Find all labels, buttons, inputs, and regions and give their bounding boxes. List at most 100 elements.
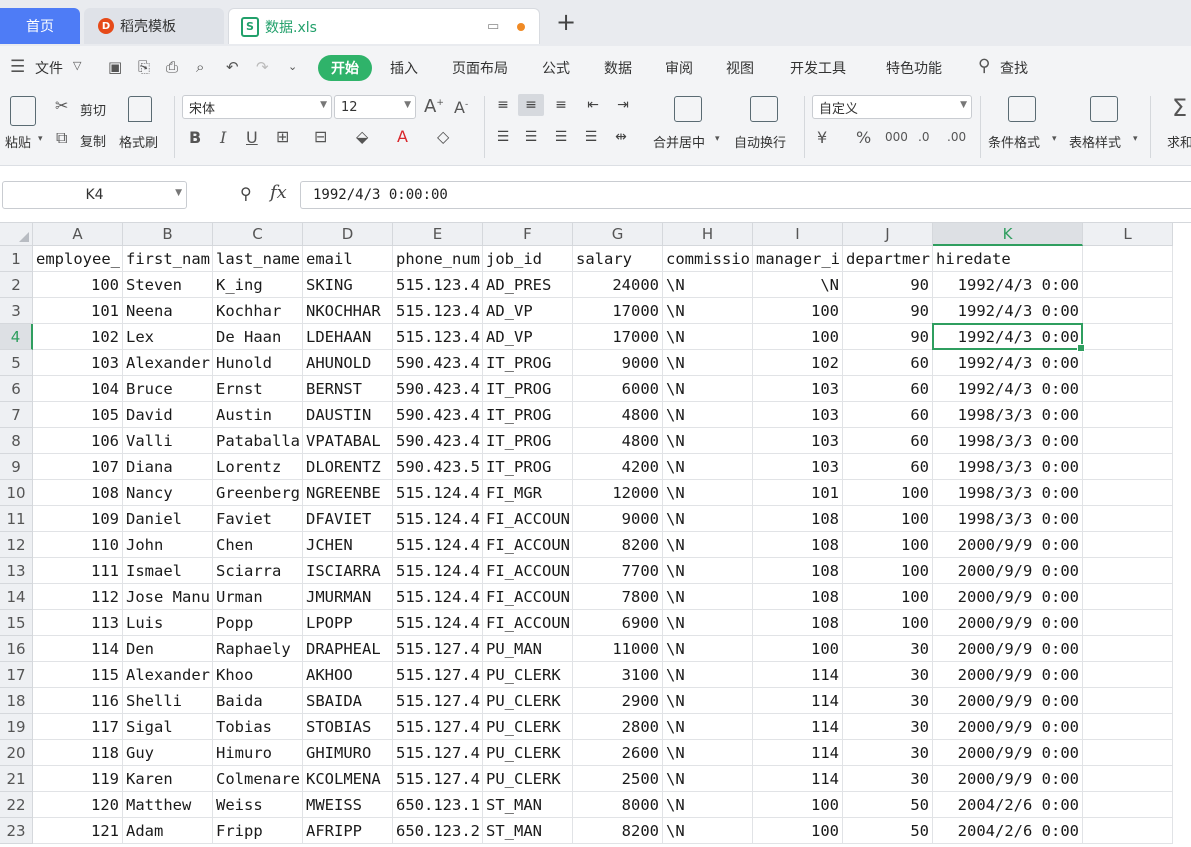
cell-c6[interactable]: Ernst <box>213 376 303 402</box>
row-header-7[interactable]: 7 <box>0 402 33 428</box>
row-header-9[interactable]: 9 <box>0 454 33 480</box>
row-header-14[interactable]: 14 <box>0 584 33 610</box>
cell-e6[interactable]: 590.423.4 <box>393 376 483 402</box>
cell-f15[interactable]: FI_ACCOUN <box>483 610 573 636</box>
cell-c5[interactable]: Hunold <box>213 350 303 376</box>
cell-c9[interactable]: Lorentz <box>213 454 303 480</box>
more-chevron-icon[interactable]: ⌄ <box>288 60 297 73</box>
cell-c4[interactable]: De Haan <box>213 324 303 350</box>
cell-b15[interactable]: Luis <box>123 610 213 636</box>
name-box[interactable]: K4 ▼ <box>2 181 187 209</box>
formula-input[interactable]: 1992/4/3 0:00:00 <box>300 181 1191 209</box>
column-header-i[interactable]: I <box>753 223 843 246</box>
cell-g14[interactable]: 7800 <box>573 584 663 610</box>
menu-view[interactable]: 视图 <box>726 58 754 78</box>
cell-l11[interactable] <box>1083 506 1173 532</box>
menu-file[interactable]: 文件 <box>35 58 63 78</box>
paste-button[interactable]: 粘贴 <box>5 132 31 151</box>
cell-j5[interactable]: 60 <box>843 350 933 376</box>
cell-i22[interactable]: 100 <box>753 792 843 818</box>
column-header-d[interactable]: D <box>303 223 393 246</box>
cell-h9[interactable]: \N <box>663 454 753 480</box>
cell-h23[interactable]: \N <box>663 818 753 844</box>
cell-g8[interactable]: 4800 <box>573 428 663 454</box>
row-header-22[interactable]: 22 <box>0 792 33 818</box>
cell-b14[interactable]: Jose Manu <box>123 584 213 610</box>
cell-j22[interactable]: 50 <box>843 792 933 818</box>
cell-i3[interactable]: 100 <box>753 298 843 324</box>
cell-l3[interactable] <box>1083 298 1173 324</box>
cell-c3[interactable]: Kochhar <box>213 298 303 324</box>
cell-f3[interactable]: AD_VP <box>483 298 573 324</box>
align-top-icon[interactable]: ≡ <box>490 94 516 116</box>
monitor-icon[interactable]: ▭ <box>487 19 499 34</box>
cell-h7[interactable]: \N <box>663 402 753 428</box>
cell-h15[interactable]: \N <box>663 610 753 636</box>
cell-k9[interactable]: 1998/3/3 0:00 <box>933 454 1083 480</box>
cell-d9[interactable]: DLORENTZ <box>303 454 393 480</box>
cell-g3[interactable]: 17000 <box>573 298 663 324</box>
cell-a12[interactable]: 110 <box>33 532 123 558</box>
cell-f21[interactable]: PU_CLERK <box>483 766 573 792</box>
cell-a2[interactable]: 100 <box>33 272 123 298</box>
format-painter-icon[interactable] <box>128 96 152 122</box>
row-header-20[interactable]: 20 <box>0 740 33 766</box>
cell-e17[interactable]: 515.127.4 <box>393 662 483 688</box>
font-size-select[interactable]: 12 ▼ <box>334 95 416 119</box>
cell-a1[interactable]: employee_ <box>33 246 123 272</box>
conditional-format-button[interactable]: 条件格式 <box>988 132 1040 151</box>
align-left-icon[interactable]: ☰ <box>490 126 516 148</box>
cell-e12[interactable]: 515.124.4 <box>393 532 483 558</box>
cell-g5[interactable]: 9000 <box>573 350 663 376</box>
menu-home-active[interactable]: 开始 <box>318 55 372 81</box>
cell-i17[interactable]: 114 <box>753 662 843 688</box>
cell-g4[interactable]: 17000 <box>573 324 663 350</box>
cell-b19[interactable]: Sigal <box>123 714 213 740</box>
cell-k12[interactable]: 2000/9/9 0:00 <box>933 532 1083 558</box>
cell-i23[interactable]: 100 <box>753 818 843 844</box>
row-header-10[interactable]: 10 <box>0 480 33 506</box>
cell-k18[interactable]: 2000/9/9 0:00 <box>933 688 1083 714</box>
insert-function-icon[interactable]: fx <box>270 182 287 203</box>
cell-a18[interactable]: 116 <box>33 688 123 714</box>
cell-i1[interactable]: manager_i <box>753 246 843 272</box>
cell-h2[interactable]: \N <box>663 272 753 298</box>
cell-j17[interactable]: 30 <box>843 662 933 688</box>
cell-f17[interactable]: PU_CLERK <box>483 662 573 688</box>
cell-c7[interactable]: Austin <box>213 402 303 428</box>
cell-g6[interactable]: 6000 <box>573 376 663 402</box>
cell-a14[interactable]: 112 <box>33 584 123 610</box>
cell-e19[interactable]: 515.127.4 <box>393 714 483 740</box>
cell-k23[interactable]: 2004/2/6 0:00 <box>933 818 1083 844</box>
cell-k16[interactable]: 2000/9/9 0:00 <box>933 636 1083 662</box>
cell-a10[interactable]: 108 <box>33 480 123 506</box>
search-icon[interactable]: ⚲ <box>978 56 990 76</box>
cell-a5[interactable]: 103 <box>33 350 123 376</box>
print-preview-icon[interactable]: ⌕ <box>196 58 204 76</box>
cell-a11[interactable]: 109 <box>33 506 123 532</box>
cell-f13[interactable]: FI_ACCOUN <box>483 558 573 584</box>
cell-j13[interactable]: 100 <box>843 558 933 584</box>
cell-f2[interactable]: AD_PRES <box>483 272 573 298</box>
copy-button[interactable]: 复制 <box>80 131 106 150</box>
cell-g16[interactable]: 11000 <box>573 636 663 662</box>
cell-i4[interactable]: 100 <box>753 324 843 350</box>
cell-f7[interactable]: IT_PROG <box>483 402 573 428</box>
row-header-5[interactable]: 5 <box>0 350 33 376</box>
cell-i12[interactable]: 108 <box>753 532 843 558</box>
cell-j1[interactable]: departmer <box>843 246 933 272</box>
sum-button[interactable]: 求和 <box>1167 132 1191 151</box>
cell-h17[interactable]: \N <box>663 662 753 688</box>
cell-style-icon[interactable]: ⊟ <box>314 127 327 146</box>
cell-k3[interactable]: 1992/4/3 0:00 <box>933 298 1083 324</box>
underline-icon[interactable]: U <box>246 128 258 147</box>
cell-f18[interactable]: PU_CLERK <box>483 688 573 714</box>
cell-g20[interactable]: 2600 <box>573 740 663 766</box>
table-style-icon[interactable] <box>1090 96 1118 122</box>
cell-g17[interactable]: 3100 <box>573 662 663 688</box>
cell-f8[interactable]: IT_PROG <box>483 428 573 454</box>
increase-decimal-icon[interactable]: .0 <box>918 130 929 144</box>
cell-e23[interactable]: 650.123.2 <box>393 818 483 844</box>
cell-c22[interactable]: Weiss <box>213 792 303 818</box>
number-format-select[interactable]: 自定义 ▼ <box>812 95 972 119</box>
